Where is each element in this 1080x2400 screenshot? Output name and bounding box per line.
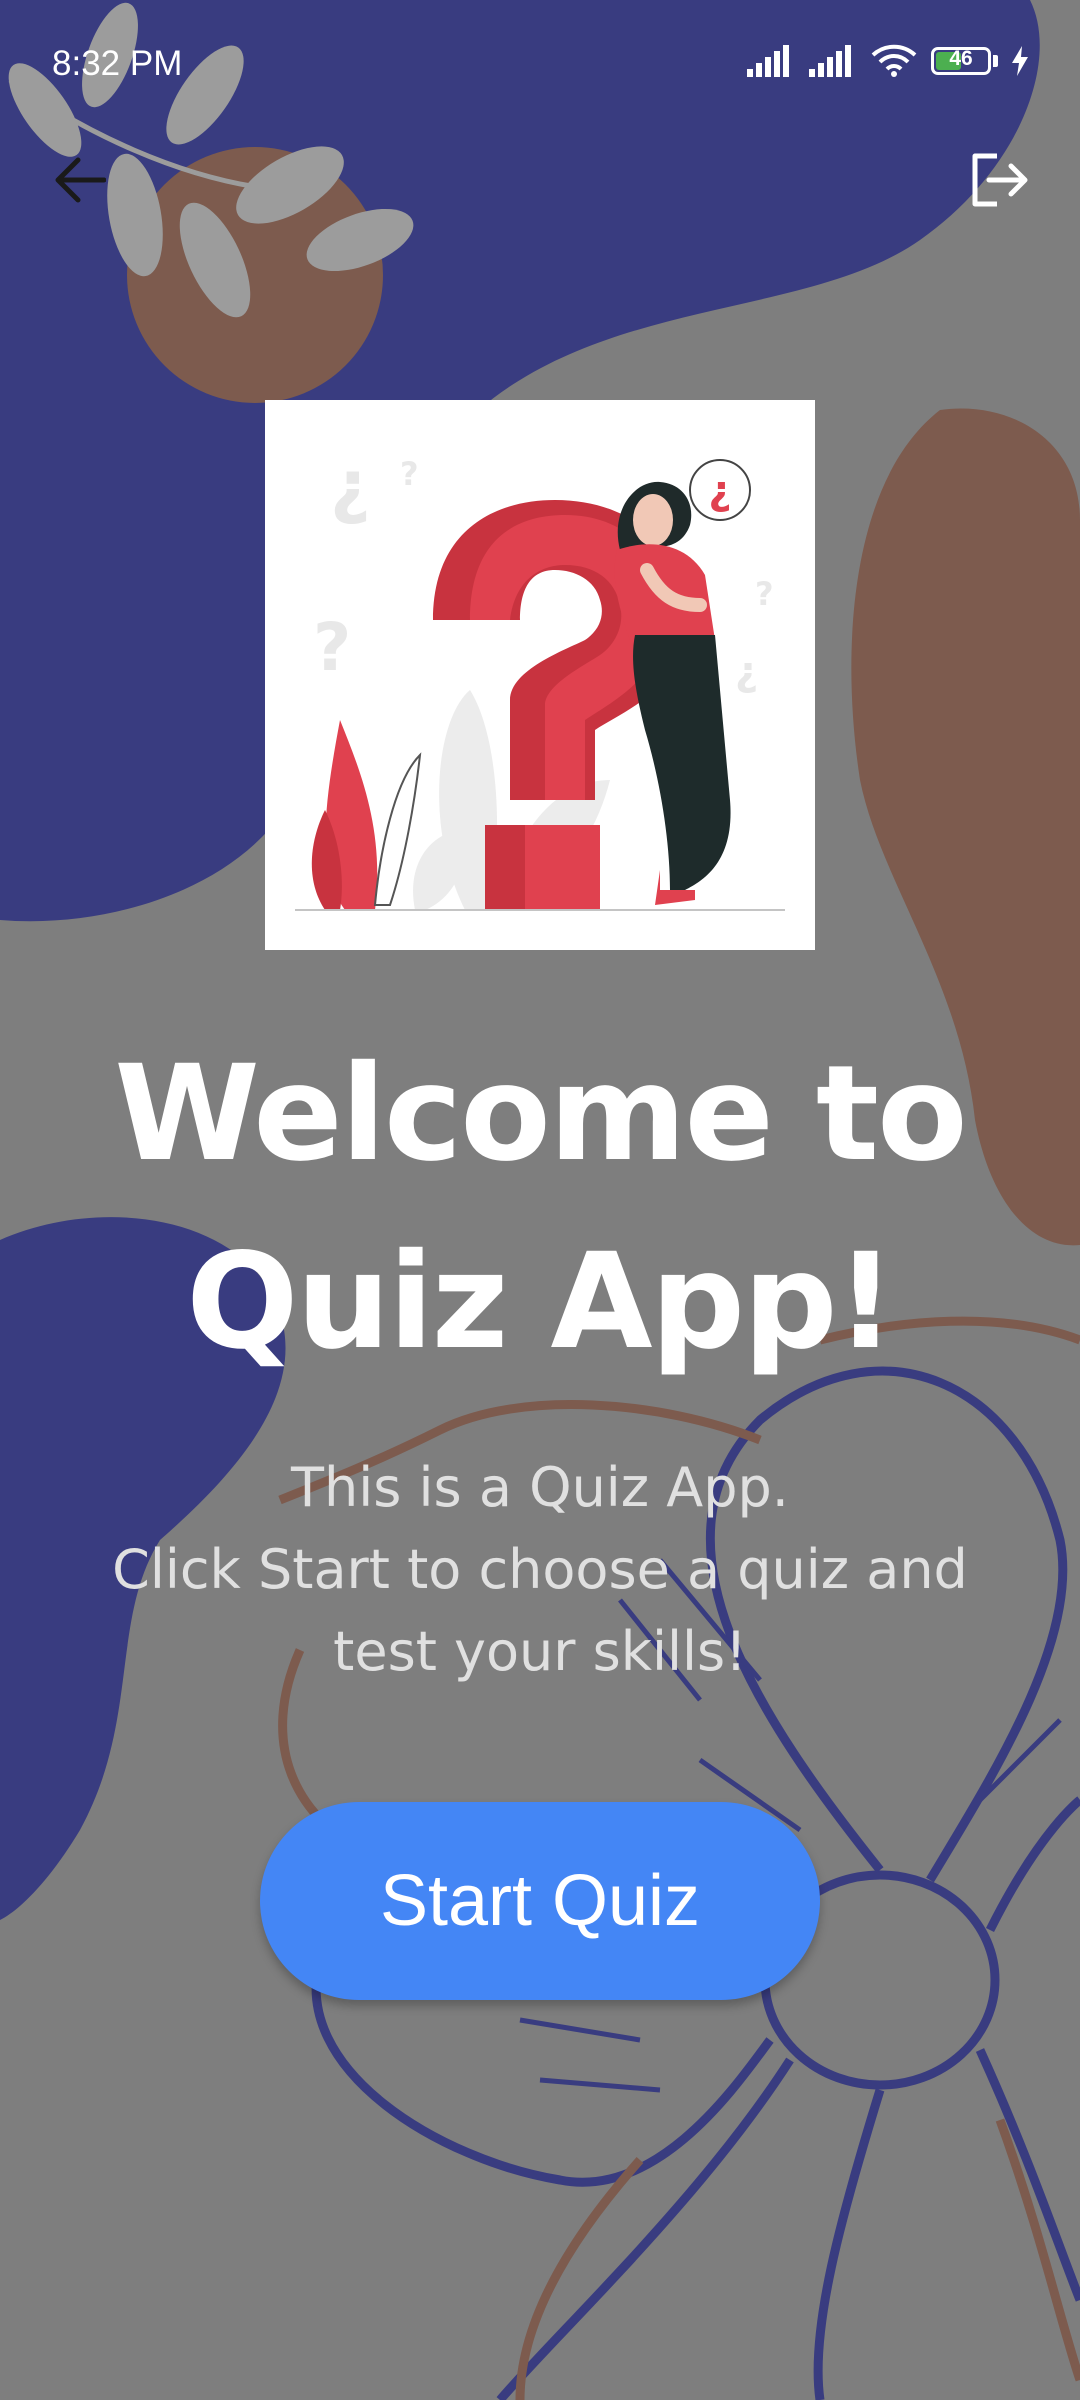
logout-icon (972, 153, 1028, 207)
hero-illustration: ¿ ? ? ? ¿ ¿ (265, 400, 815, 950)
status-time: 8:32 PM (52, 44, 183, 83)
description-text: This is a Quiz App. Click Start to choos… (60, 1447, 1020, 1693)
welcome-title-line1: Welcome to (114, 1037, 967, 1191)
logout-button[interactable] (960, 140, 1040, 220)
battery-level: 46 (949, 47, 973, 70)
svg-text:?: ? (400, 455, 419, 493)
speech-bubble-glyph: ¿ (708, 468, 731, 514)
thinking-person-illustration: ¿ ? ? ? ¿ ¿ (295, 445, 785, 911)
arrow-left-icon (55, 157, 106, 203)
back-button[interactable] (40, 140, 120, 220)
welcome-title: Welcome to Quiz App! (40, 1020, 1040, 1396)
status-icons: 46 (747, 44, 1028, 78)
battery-icon: 46 (931, 47, 991, 75)
svg-text:?: ? (755, 575, 774, 613)
battery-cap (993, 55, 998, 67)
svg-text:¿: ¿ (330, 445, 371, 527)
charging-icon (1012, 46, 1028, 76)
status-bar: 8:32 PM 46 (0, 0, 1080, 135)
description-line3: test your skills! (333, 1620, 747, 1683)
svg-text:¿: ¿ (735, 649, 758, 695)
start-quiz-button[interactable]: Start Quiz (260, 1802, 820, 2000)
signal-icon-2 (809, 45, 851, 77)
svg-text:?: ? (313, 609, 351, 686)
description-line2: Click Start to choose a quiz and (112, 1538, 968, 1601)
wifi-icon (871, 44, 917, 77)
description-line1: This is a Quiz App. (291, 1456, 789, 1519)
welcome-title-line2: Quiz App! (186, 1225, 896, 1379)
signal-icon (747, 45, 789, 77)
